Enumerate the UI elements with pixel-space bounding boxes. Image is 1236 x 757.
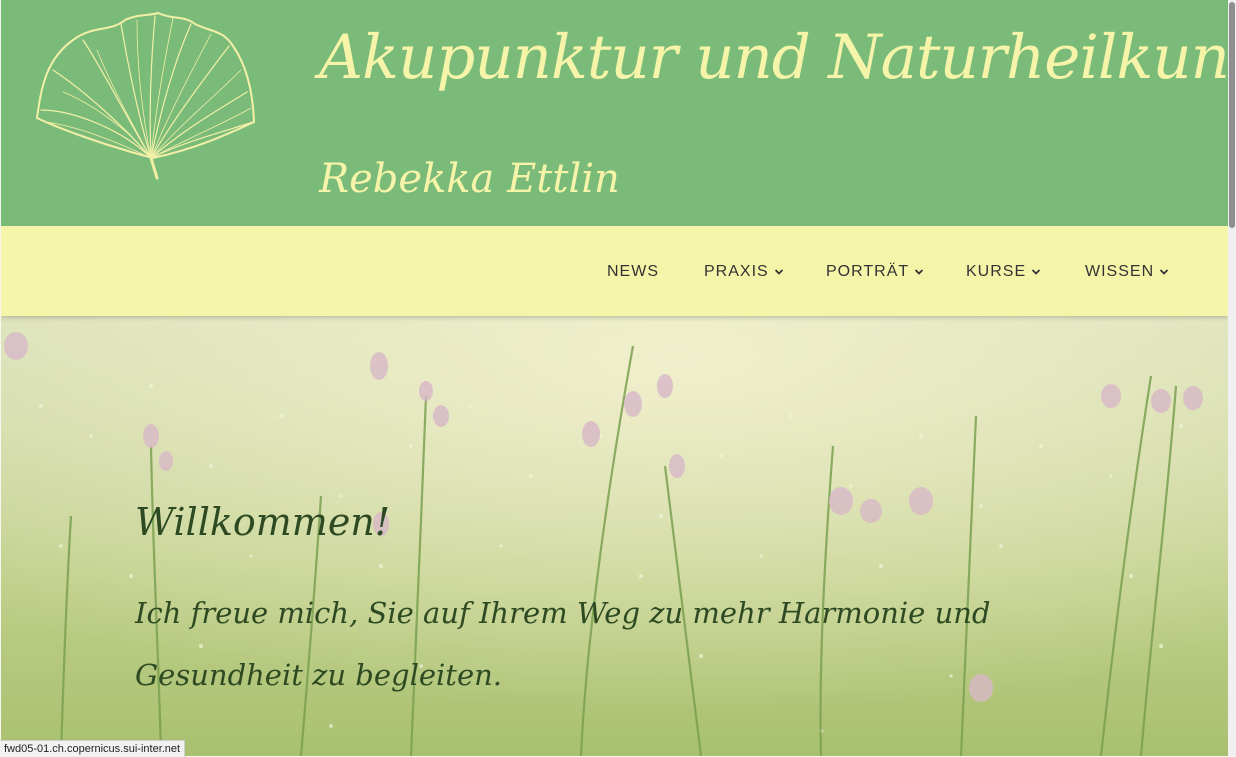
- status-bar-url: fwd05-01.ch.copernicus.sui-inter.net: [0, 740, 186, 757]
- site-subtitle: Rebekka Ettlin: [319, 156, 620, 202]
- scrollbar-thumb[interactable]: [1229, 2, 1235, 228]
- nav-item-label: PORTRÄT: [826, 263, 910, 280]
- nav-item-label: WISSEN: [1085, 263, 1155, 280]
- chevron-down-icon: [1159, 269, 1169, 275]
- nav-item-portraet[interactable]: PORTRÄT: [826, 263, 924, 281]
- chevron-down-icon: [915, 269, 924, 275]
- hero-text: Ich freue mich, Sie auf Ihrem Weg zu meh…: [135, 596, 991, 692]
- site-header: Akupunktur und Naturheilkunde Rebekka Et…: [1, 0, 1228, 226]
- nav-item-news[interactable]: NEWS: [607, 263, 659, 281]
- chevron-down-icon: [774, 269, 783, 275]
- page: Akupunktur und Naturheilkunde Rebekka Et…: [1, 0, 1228, 756]
- main-navigation: NEWS PRAXIS PORTRÄT KURSE WISSEN: [1, 226, 1228, 316]
- site-logo-link[interactable]: [33, 10, 259, 182]
- nav-item-praxis[interactable]: PRAXIS: [704, 263, 784, 281]
- hero-section: Willkommen! Ich freue mich, Sie auf Ihre…: [1, 316, 1228, 756]
- page-scrollbar[interactable]: [1228, 0, 1236, 756]
- chevron-down-icon: [1031, 269, 1041, 275]
- nav-item-label: KURSE: [966, 263, 1027, 280]
- nav-item-label: NEWS: [607, 263, 659, 280]
- nav-item-wissen[interactable]: WISSEN: [1085, 263, 1169, 281]
- nav-item-kurse[interactable]: KURSE: [966, 263, 1041, 281]
- ginkgo-leaf-icon: [35, 11, 256, 180]
- site-title: Akupunktur und Naturheilkunde: [319, 22, 1228, 93]
- hero-heading: Willkommen!: [135, 500, 391, 544]
- nav-item-label: PRAXIS: [704, 263, 769, 280]
